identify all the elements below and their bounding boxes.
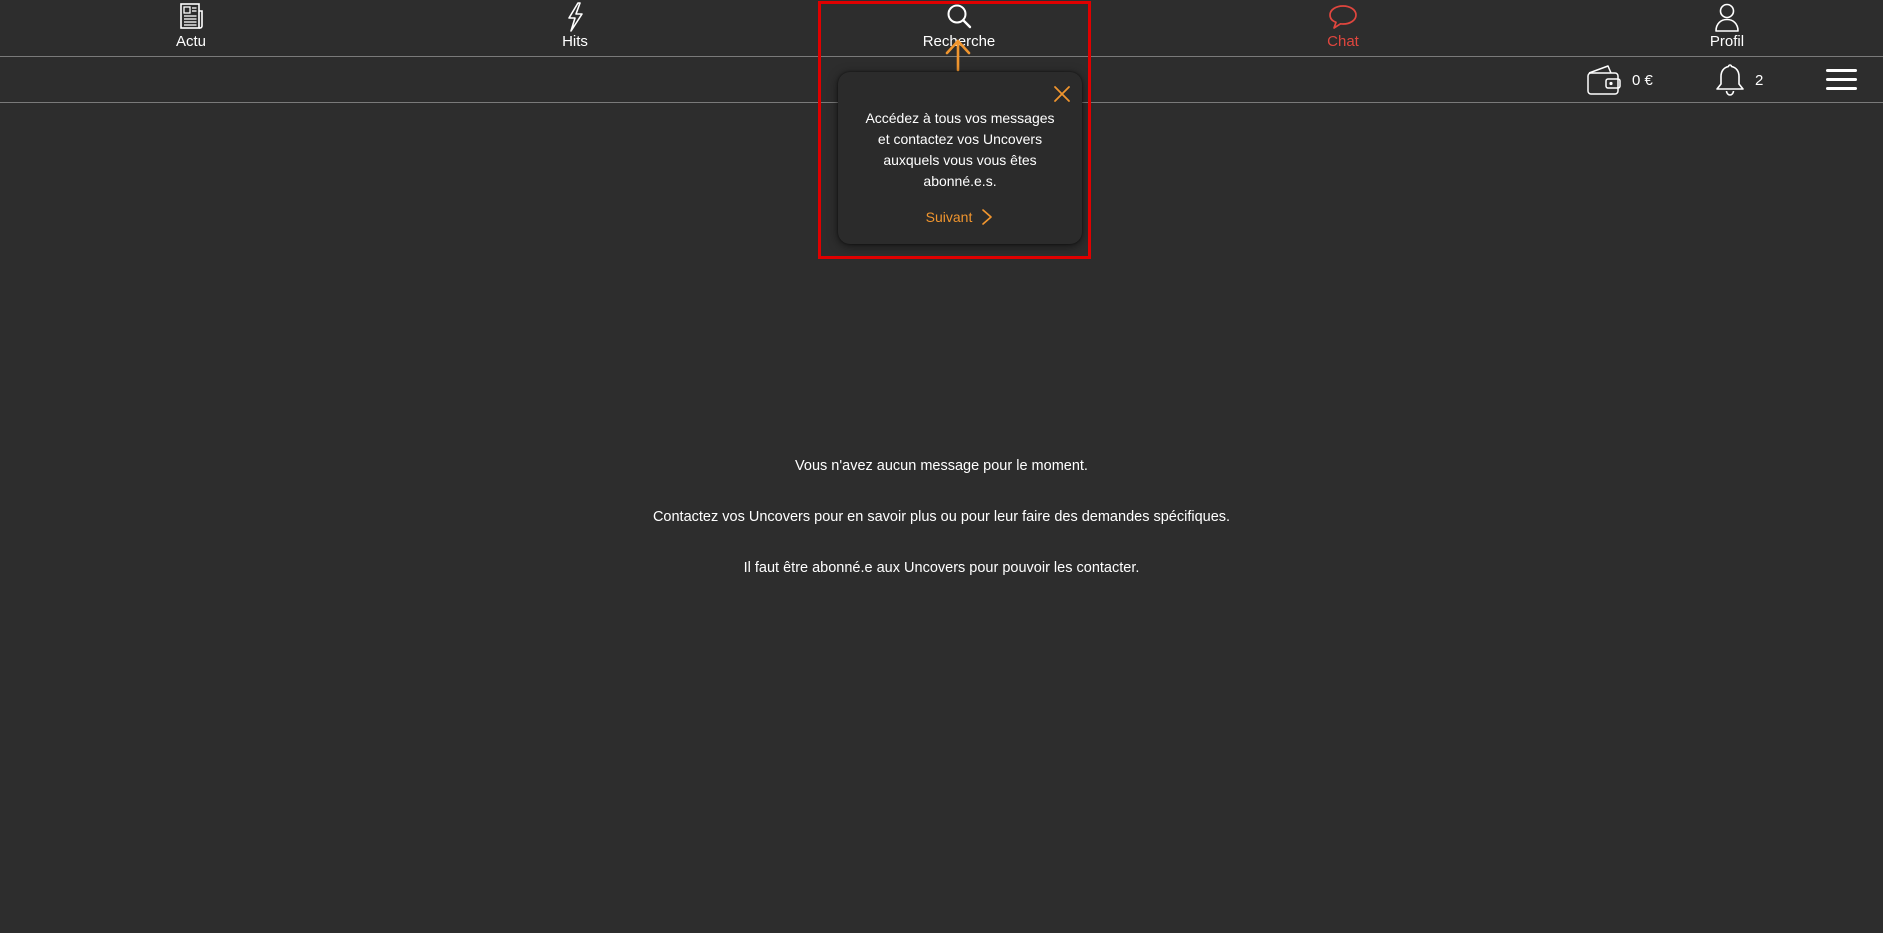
next-label: Suivant (925, 209, 973, 225)
close-icon[interactable] (1052, 84, 1072, 104)
nav-item-profil[interactable]: Profil (1667, 0, 1787, 56)
nav-item-actu[interactable]: Actu (131, 0, 251, 56)
onboarding-tooltip: Accédez à tous vos messages et contactez… (838, 72, 1082, 244)
bell-icon (1716, 64, 1744, 96)
tooltip-message: Accédez à tous vos messages et contactez… (865, 110, 1055, 189)
nav-label-profil: Profil (1709, 33, 1745, 50)
search-icon (947, 4, 972, 29)
nav-label-chat: Chat (1327, 33, 1359, 50)
nav-item-chat[interactable]: Chat (1283, 0, 1403, 56)
chat-bubble-icon (1329, 5, 1357, 29)
newspaper-icon (180, 3, 203, 29)
chevron-right-icon (982, 209, 993, 225)
hamburger-menu-button[interactable] (1823, 66, 1859, 94)
notifications-button[interactable]: 2 (1713, 62, 1763, 98)
next-button[interactable]: Suivant (838, 208, 1082, 226)
notification-count: 2 (1755, 71, 1764, 89)
wallet-icon (1587, 65, 1621, 95)
empty-state: Vous n'avez aucun message pour le moment… (0, 458, 1883, 611)
nav-item-hits[interactable]: Hits (515, 0, 635, 56)
wallet-button[interactable]: 0 € (1586, 63, 1653, 97)
empty-state-requirement: Il faut être abonné.e aux Uncovers pour … (743, 560, 1140, 576)
user-icon (1715, 3, 1739, 32)
top-navigation: Actu Hits Recherche Chat Profil (0, 0, 1883, 57)
empty-state-title: Vous n'avez aucun message pour le moment… (795, 458, 1088, 474)
wallet-amount: 0 € (1632, 71, 1653, 89)
empty-state-hint: Contactez vos Uncovers pour en savoir pl… (652, 509, 1231, 525)
nav-label-actu: Actu (175, 33, 206, 50)
lightning-icon (568, 2, 583, 32)
arrow-up-icon (945, 39, 971, 72)
nav-label-hits: Hits (562, 33, 588, 50)
